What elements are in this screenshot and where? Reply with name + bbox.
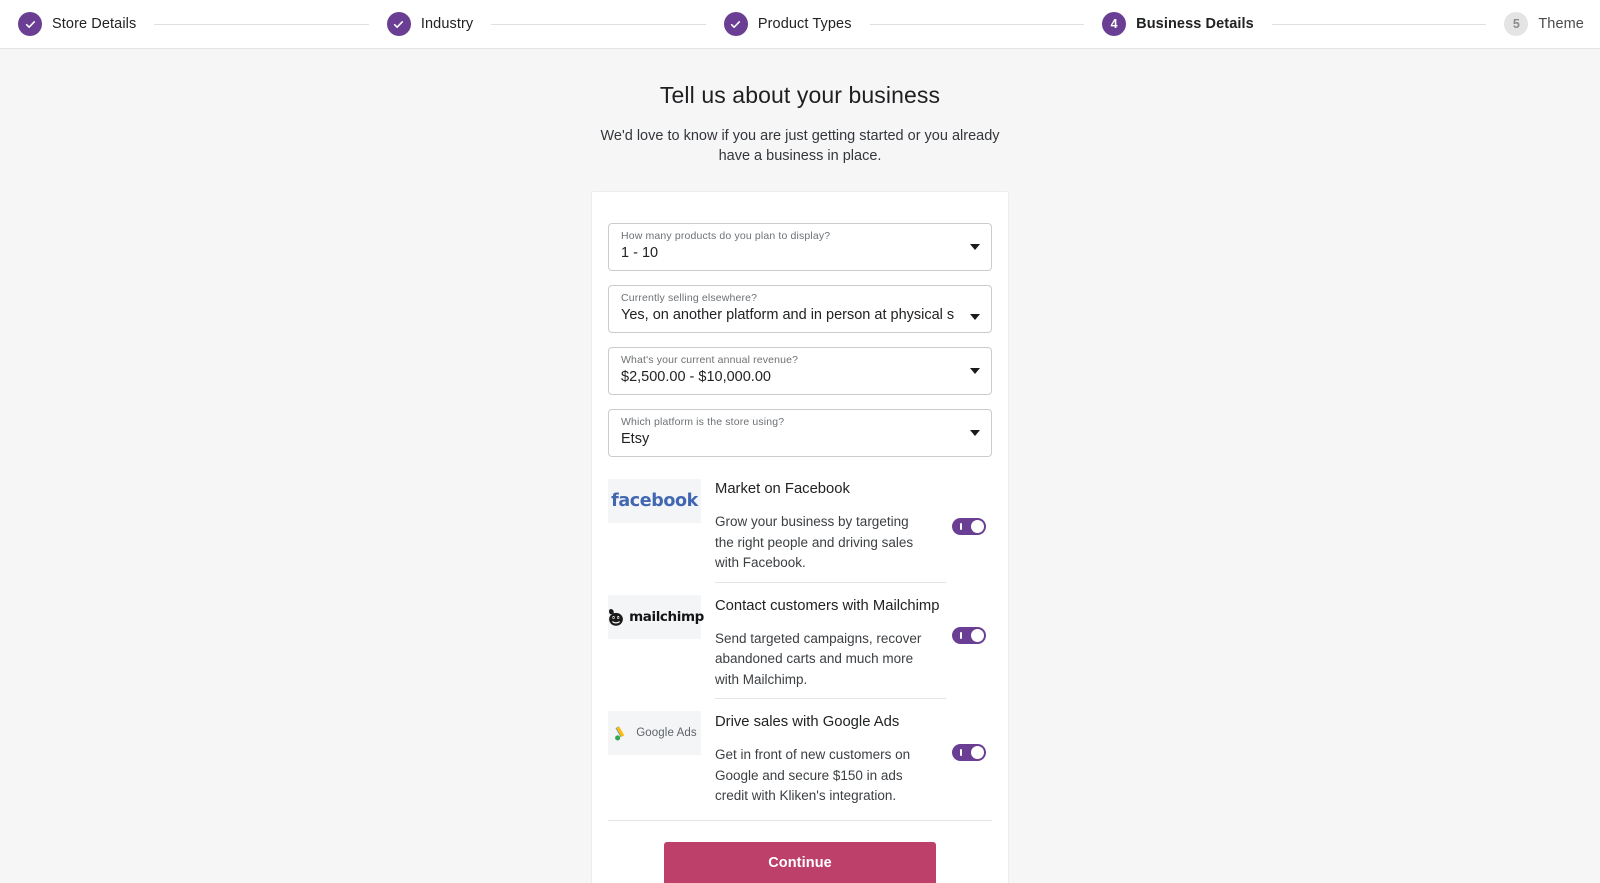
step-connector-3 [869, 23, 1085, 25]
toggle-knob [971, 629, 984, 643]
annual-revenue-select[interactable]: What's your current annual revenue? $2,5… [608, 347, 992, 395]
step-product-types[interactable]: Product Types [723, 12, 852, 36]
step-4-indicator: 4 [1102, 12, 1127, 36]
step-connector-1 [154, 23, 369, 25]
toggle-on-icon [960, 522, 962, 530]
integration-facebook-title: Market on Facebook [715, 481, 850, 497]
chevron-down-icon [970, 314, 980, 321]
step-5-label: Theme [1538, 16, 1584, 32]
store-platform-select[interactable]: Which platform is the store using? Etsy [608, 409, 992, 457]
integration-facebook-body: Market on Facebook Grow your business by… [715, 479, 946, 574]
step-3-label: Product Types [757, 16, 852, 32]
chevron-down-icon [970, 368, 980, 374]
page-subtitle: We'd love to know if you are just gettin… [600, 128, 1000, 164]
integration-facebook-description: Grow your business by targeting the righ… [715, 514, 914, 570]
google-ads-logo: Google Ads [608, 711, 701, 755]
mailchimp-logo-text: mailchimp [629, 608, 704, 625]
facebook-toggle[interactable] [952, 517, 986, 535]
step-1-label: Store Details [52, 16, 137, 32]
toggle-knob [971, 519, 984, 533]
step-connector-4 [1271, 23, 1487, 25]
mailchimp-toggle[interactable] [952, 627, 986, 645]
toggle-on-icon [960, 632, 962, 640]
step-2-label: Industry [420, 16, 474, 32]
products-count-value: 1 - 10 [621, 245, 659, 261]
integration-mailchimp-body: Contact customers with Mailchimp Send ta… [715, 581, 946, 691]
step-5-indicator: 5 [1504, 12, 1529, 36]
step-theme[interactable]: 5 Theme [1504, 12, 1584, 36]
integration-mailchimp-toggle-wrap [946, 627, 992, 645]
facebook-logo-text: facebook [611, 491, 698, 511]
integration-facebook-toggle-wrap [946, 517, 992, 535]
integration-facebook: facebook Market on Facebook Grow your bu… [608, 471, 992, 574]
mailchimp-logo-mark: mailchimp [605, 606, 704, 628]
selling-elsewhere-label: Currently selling elsewhere? [621, 292, 758, 304]
step-connector-2 [491, 23, 706, 25]
toggle-on-icon [960, 748, 962, 756]
step-business-details[interactable]: 4 Business Details [1102, 12, 1254, 36]
onboarding-page: Tell us about your business We'd love to… [0, 49, 1600, 883]
card-footer: Continue [608, 819, 992, 883]
toggle-knob [971, 745, 984, 759]
step-industry[interactable]: Industry [386, 12, 474, 36]
google-ads-logo-text: Google Ads [636, 727, 697, 739]
chevron-down-icon [970, 244, 980, 250]
integration-google-ads-description: Get in front of new customers on Google … [715, 747, 911, 803]
business-details-card: How many products do you plan to display… [591, 191, 1009, 883]
integration-mailchimp-description: Send targeted campaigns, recover abandon… [715, 630, 922, 687]
continue-button[interactable]: Continue [664, 841, 936, 883]
page-title: Tell us about your business [659, 82, 941, 108]
integration-mailchimp-title: Contact customers with Mailchimp [715, 597, 940, 614]
facebook-logo: facebook [608, 479, 701, 523]
google-ads-toggle[interactable] [952, 743, 986, 761]
onboarding-stepper: Store Details Industry Product Types 4 B… [0, 0, 1600, 49]
chevron-down-icon [970, 430, 980, 436]
step-1-indicator [18, 12, 42, 36]
google-ads-logo-mark: Google Ads [612, 724, 697, 743]
store-platform-value: Etsy [621, 431, 650, 447]
integration-google-ads-body: Drive sales with Google Ads Get in front… [715, 698, 946, 807]
products-count-select[interactable]: How many products do you plan to display… [608, 223, 992, 271]
store-platform-label: Which platform is the store using? [621, 416, 785, 428]
integration-mailchimp: mailchimp Contact customers with Mailchi… [608, 574, 992, 691]
selling-elsewhere-value: Yes, on another platform and in person a… [621, 307, 955, 323]
step-3-indicator [723, 12, 748, 36]
step-store-details[interactable]: Store Details [18, 12, 136, 36]
step-2-indicator [386, 12, 411, 36]
selling-elsewhere-select[interactable]: Currently selling elsewhere? Yes, on ano… [608, 285, 992, 333]
integration-google-ads-toggle-wrap [946, 743, 992, 761]
integration-google-ads-title: Drive sales with Google Ads [715, 714, 900, 730]
annual-revenue-label: What's your current annual revenue? [621, 354, 799, 366]
products-count-label: How many products do you plan to display… [621, 230, 831, 242]
annual-revenue-value: $2,500.00 - $10,000.00 [621, 369, 771, 385]
step-4-label: Business Details [1136, 16, 1254, 32]
mailchimp-logo: mailchimp [605, 594, 704, 639]
integration-google-ads: Google Ads Drive sales with Google Ads G… [608, 690, 992, 807]
